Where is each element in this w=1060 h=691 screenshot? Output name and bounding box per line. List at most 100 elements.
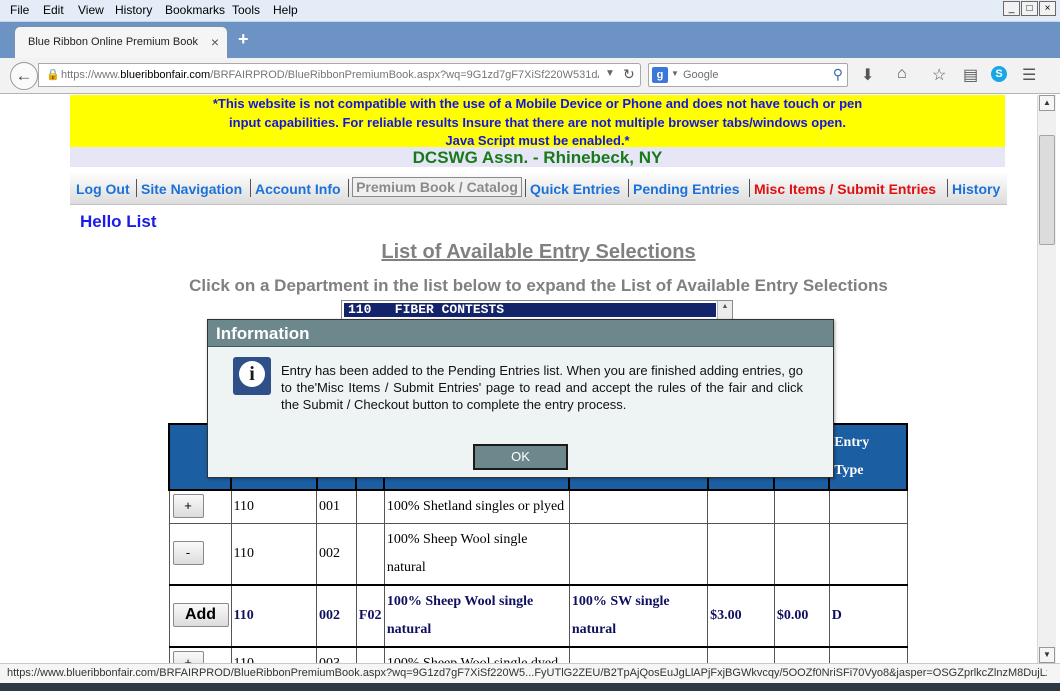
hamburger-icon[interactable]: ☰ bbox=[1022, 65, 1036, 85]
ok-button[interactable]: OK bbox=[473, 444, 568, 470]
taskbar-strip bbox=[0, 683, 1060, 691]
information-dialog: Information i Entry has been added to th… bbox=[207, 319, 834, 478]
search-bar[interactable]: g ▼ Google ⚲ bbox=[648, 63, 848, 87]
nav-quick-entries[interactable]: Quick Entries bbox=[530, 181, 620, 197]
lock-icon: 🔒 bbox=[46, 69, 60, 81]
cell-dept: 110 bbox=[230, 584, 318, 648]
table-row: - 110 002 100% Sheep Wool single natural bbox=[168, 523, 908, 586]
close-tab-icon[interactable]: × bbox=[211, 34, 219, 50]
tab-blue-ribbon[interactable]: Blue Ribbon Online Premium Book × bbox=[14, 26, 228, 58]
cell-fee: $3.00 bbox=[707, 584, 775, 648]
status-bar: https://www.blueribbonfair.com/BRFAIRPRO… bbox=[0, 663, 1060, 683]
scroll-down-icon[interactable]: ▼ bbox=[1039, 647, 1055, 663]
window-controls: _ □ × bbox=[1003, 1, 1056, 16]
google-icon[interactable]: g bbox=[652, 67, 668, 83]
nav-premium-book-current[interactable]: Premium Book / Catalog bbox=[352, 177, 522, 197]
cell-premium bbox=[773, 523, 830, 586]
menu-bar: File Edit View History Bookmarks Tools H… bbox=[0, 0, 1060, 22]
navigation-bar: ← 🔒 https://www.blueribbonfair.com/BRFAI… bbox=[0, 58, 1060, 94]
cell-type: D bbox=[828, 584, 908, 648]
collapse-button[interactable]: - bbox=[172, 541, 204, 565]
mobile-warning-banner: *This website is not compatible with the… bbox=[70, 95, 1005, 148]
maximize-button[interactable]: □ bbox=[1021, 1, 1038, 16]
menu-bookmarks[interactable]: Bookmarks bbox=[165, 3, 225, 17]
cell-div: 001 bbox=[316, 489, 357, 524]
url-text: https://www.blueribbonfair.com/BRFAIRPRO… bbox=[61, 69, 599, 81]
back-arrow-icon: ← bbox=[15, 66, 33, 85]
nav-separator bbox=[947, 179, 948, 197]
cell-div: 003 bbox=[316, 646, 357, 663]
nav-site-navigation[interactable]: Site Navigation bbox=[141, 181, 242, 197]
cell-short bbox=[568, 646, 709, 663]
cell-class bbox=[355, 523, 385, 586]
cell-class: F02 bbox=[355, 584, 385, 648]
status-url: https://www.blueribbonfair.com/BRFAIRPRO… bbox=[7, 667, 1047, 679]
warning-line-2: input capabilities. For reliable results… bbox=[229, 114, 846, 130]
nav-log-out[interactable]: Log Out bbox=[76, 181, 130, 197]
menu-tools[interactable]: Tools bbox=[232, 3, 260, 17]
expand-button[interactable]: + bbox=[172, 651, 204, 663]
dialog-message: Entry has been added to the Pending Entr… bbox=[281, 363, 803, 412]
cell-description: 100% Shetland singles or plyed bbox=[383, 489, 570, 524]
scrollbar-thumb[interactable] bbox=[1039, 135, 1055, 245]
reading-list-icon[interactable]: ▤ bbox=[963, 65, 978, 85]
site-nav-bar: Log Out Site Navigation Account Info Pre… bbox=[70, 173, 1007, 205]
cell-premium bbox=[773, 489, 830, 524]
dialog-titlebar[interactable]: Information bbox=[208, 320, 833, 347]
reload-icon[interactable]: ↻ bbox=[623, 66, 635, 83]
nav-history[interactable]: History bbox=[952, 181, 1000, 197]
nav-separator bbox=[136, 179, 137, 197]
menu-help[interactable]: Help bbox=[273, 3, 298, 17]
header-entry-type: Entry Type bbox=[828, 423, 908, 491]
cell-description: 100% Sheep Wool single natural bbox=[383, 523, 570, 586]
home-icon[interactable]: ⌂ bbox=[897, 65, 907, 83]
star-icon[interactable]: ☆ bbox=[932, 65, 946, 85]
menu-history[interactable]: History bbox=[115, 3, 152, 17]
tab-title: Blue Ribbon Online Premium Book bbox=[28, 36, 198, 48]
menu-view[interactable]: View bbox=[78, 3, 104, 17]
info-icon: i bbox=[233, 357, 271, 395]
cell-short: 100% SW single natural bbox=[568, 584, 709, 648]
page-scrollbar[interactable]: ▲ ▼ bbox=[1037, 95, 1056, 663]
expand-button[interactable]: + bbox=[172, 494, 204, 518]
department-option-selected[interactable]: 110 FIBER CONTESTS bbox=[344, 303, 716, 317]
back-button[interactable]: ← bbox=[10, 62, 38, 90]
scroll-up-icon[interactable]: ▲ bbox=[718, 301, 732, 313]
cell-dept: 110 bbox=[230, 523, 318, 586]
warning-line-1: *This website is not compatible with the… bbox=[212, 96, 863, 111]
instruction-text: Click on a Department in the list below … bbox=[189, 276, 888, 295]
cell-div: 002 bbox=[316, 523, 357, 586]
cell-description: 100% Sheep Wool single natural bbox=[383, 584, 570, 648]
nav-separator bbox=[749, 179, 750, 197]
cell-type bbox=[828, 523, 908, 586]
cell-type bbox=[828, 646, 908, 663]
menu-file[interactable]: File bbox=[10, 3, 29, 17]
url-dropdown-icon[interactable]: ▼ bbox=[605, 68, 615, 79]
cell-dept: 110 bbox=[230, 489, 318, 524]
cell-div: 002 bbox=[316, 584, 357, 648]
scroll-up-icon[interactable]: ▲ bbox=[1039, 95, 1055, 111]
table-row: + 110 001 100% Shetland singles or plyed bbox=[168, 489, 908, 524]
search-icon[interactable]: ⚲ bbox=[833, 66, 843, 83]
association-title: DCSWG Assn. - Rhinebeck, NY bbox=[70, 147, 1005, 167]
skype-icon[interactable]: S bbox=[991, 66, 1007, 82]
nav-account-info[interactable]: Account Info bbox=[255, 181, 341, 197]
download-icon[interactable]: ⬇ bbox=[861, 65, 874, 85]
greeting: Hello List bbox=[80, 212, 157, 231]
minimize-button[interactable]: _ bbox=[1003, 1, 1020, 16]
cell-dept: 110 bbox=[230, 646, 318, 663]
nav-separator bbox=[250, 179, 251, 197]
cell-short bbox=[568, 523, 709, 586]
search-engine-dropdown-icon[interactable]: ▼ bbox=[671, 69, 679, 78]
search-input[interactable]: Google bbox=[683, 69, 718, 81]
dialog-title: Information bbox=[216, 324, 310, 343]
nav-separator bbox=[525, 179, 526, 197]
nav-pending-entries[interactable]: Pending Entries bbox=[633, 181, 740, 197]
nav-misc-items-submit[interactable]: Misc Items / Submit Entries bbox=[754, 181, 936, 197]
menu-edit[interactable]: Edit bbox=[43, 3, 64, 17]
cell-premium: $0.00 bbox=[773, 584, 830, 648]
close-window-button[interactable]: × bbox=[1039, 1, 1056, 16]
add-entry-button[interactable]: Add bbox=[172, 603, 229, 627]
new-tab-button[interactable]: + bbox=[238, 29, 249, 50]
url-bar[interactable]: 🔒 https://www.blueribbonfair.com/BRFAIRP… bbox=[38, 63, 641, 87]
